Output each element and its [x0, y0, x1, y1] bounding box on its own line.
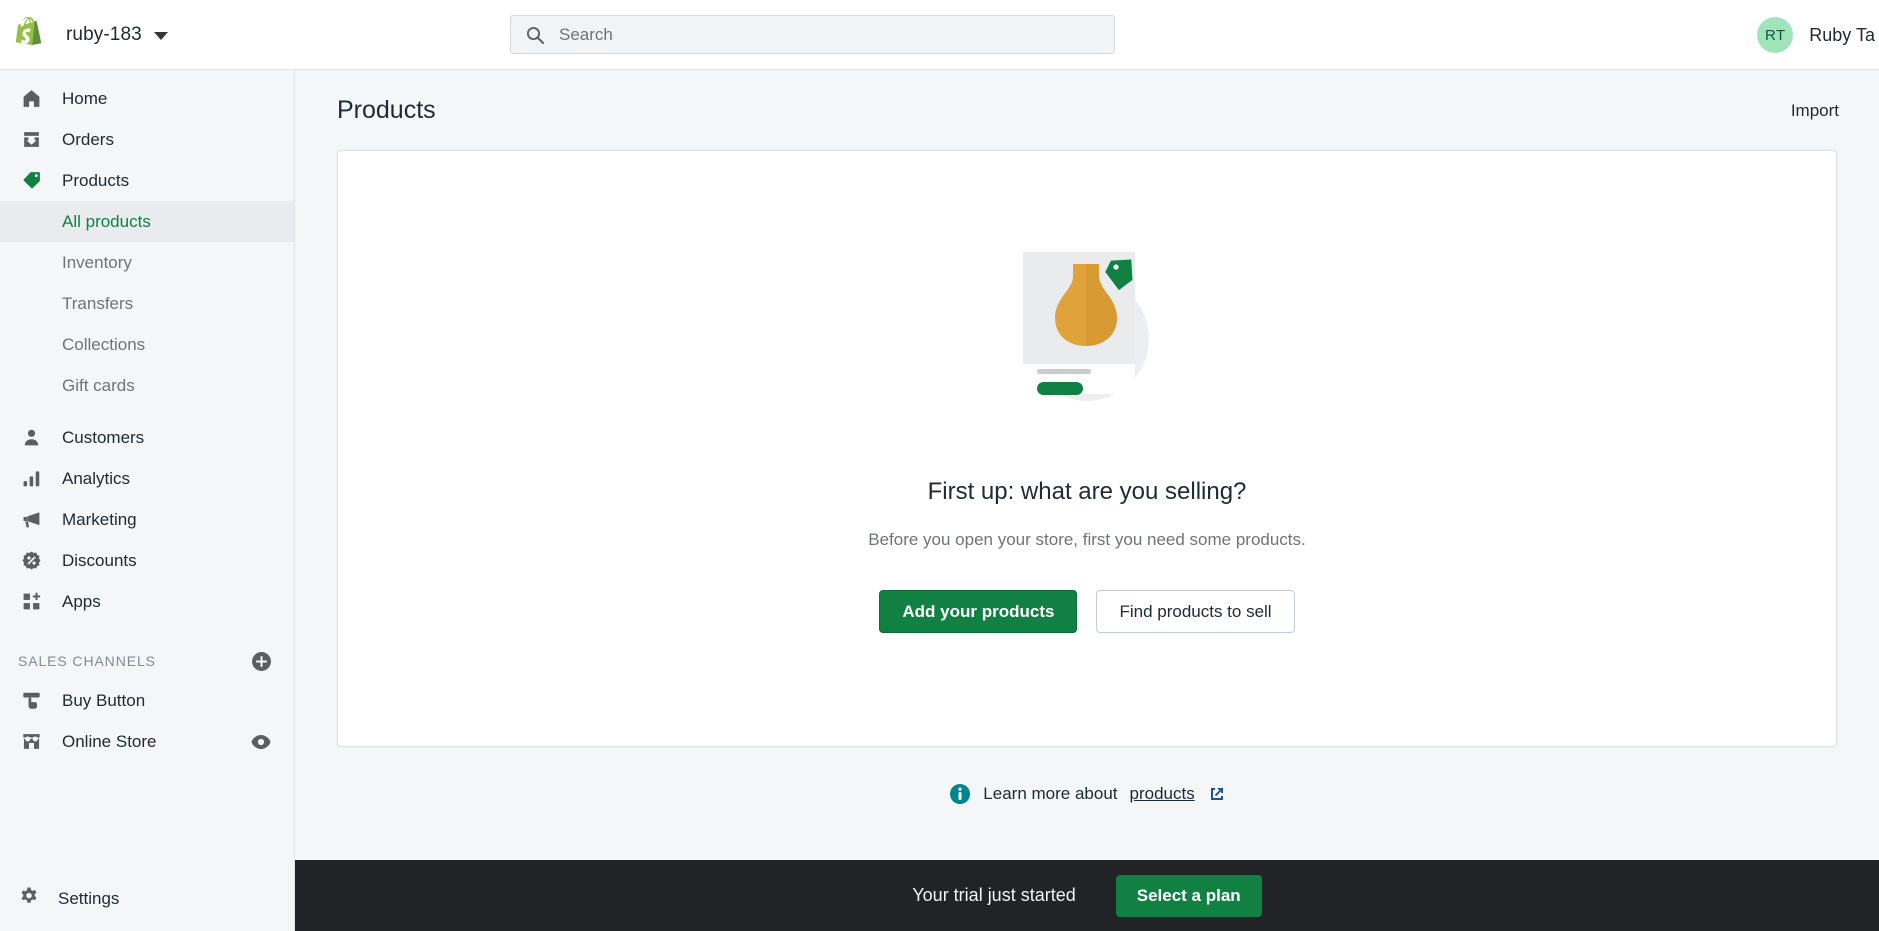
eye-icon[interactable] — [250, 734, 272, 750]
sidebar-item-label: Marketing — [62, 509, 137, 529]
add-your-products-button[interactable]: Add your products — [879, 590, 1078, 633]
sidebar-item-marketing[interactable]: Marketing — [0, 499, 294, 540]
external-link-icon[interactable] — [1209, 786, 1225, 802]
sidebar-subitem-label: Inventory — [62, 252, 132, 272]
sidebar-item-label: Home — [62, 88, 108, 108]
chevron-down-icon[interactable] — [153, 32, 168, 40]
sidebar-item-collections[interactable]: Collections — [0, 324, 294, 365]
sidebar-subitem-label: Gift cards — [62, 375, 135, 395]
sidebar-item-label: Customers — [62, 427, 145, 447]
sidebar-item-apps[interactable]: Apps — [0, 581, 294, 622]
sidebar-item-analytics[interactable]: Analytics — [0, 458, 294, 499]
buy-button-icon — [18, 689, 44, 713]
find-products-to-sell-button[interactable]: Find products to sell — [1096, 590, 1295, 633]
analytics-bars-icon — [18, 467, 44, 491]
sidebar-item-all-products[interactable]: All products — [0, 201, 294, 242]
sales-channels-title: SALES CHANNELS — [18, 653, 156, 669]
top-bar: ruby-183 Search RT Ruby Ta — [0, 0, 1879, 70]
sidebar-item-customers[interactable]: Customers — [0, 417, 294, 458]
apps-grid-plus-icon — [18, 590, 44, 614]
sidebar-item-label: Analytics — [62, 468, 131, 488]
avatar: RT — [1757, 17, 1794, 53]
sidebar-item-label: Buy Button — [62, 690, 146, 710]
user-name: Ruby Ta — [1809, 24, 1875, 45]
orders-inbox-icon — [18, 128, 44, 152]
learn-more-text: Learn more about — [983, 784, 1118, 803]
discount-percent-icon — [18, 549, 44, 573]
circle-plus-icon[interactable] — [251, 651, 272, 672]
home-icon — [18, 87, 44, 111]
trial-banner: Your trial just started Select a plan — [295, 860, 1879, 931]
products-doc-link[interactable]: products — [1130, 784, 1195, 804]
sidebar-item-label: Discounts — [62, 550, 137, 570]
product-tag-icon — [18, 169, 44, 193]
user-menu[interactable]: RT Ruby Ta — [1757, 0, 1879, 70]
sidebar-item-orders[interactable]: Orders — [0, 119, 294, 160]
store-name: ruby-183 — [66, 23, 142, 45]
sidebar-subitem-label: Collections — [62, 334, 146, 354]
sidebar-subitem-label: All products — [62, 211, 151, 231]
learn-more-row: Learn more about products — [295, 783, 1879, 805]
select-a-plan-button[interactable]: Select a plan — [1115, 874, 1262, 917]
empty-state-card: First up: what are you selling? Before y… — [337, 150, 1837, 747]
page-header: Products Import — [295, 70, 1879, 125]
sidebar-divider-gap — [0, 406, 294, 417]
sidebar-item-settings[interactable]: Settings — [0, 877, 295, 921]
sidebar-item-label: Products — [62, 170, 130, 190]
sales-channels-header: SALES CHANNELS — [0, 642, 294, 680]
search-input[interactable]: Search — [510, 15, 1115, 54]
sidebar-item-label: Orders — [62, 129, 114, 149]
empty-state-headline: First up: what are you selling? — [927, 478, 1247, 505]
online-store-row[interactable]: Online Store — [0, 721, 157, 762]
gear-icon — [18, 886, 40, 913]
customer-person-icon — [18, 426, 44, 450]
sidebar: Home Orders Products All products Invent… — [0, 70, 295, 931]
empty-state-subtext: Before you open your store, first you ne… — [868, 530, 1306, 549]
page-title: Products — [337, 96, 436, 124]
trial-message: Your trial just started — [912, 885, 1076, 905]
main-content: Products Import First up: what are you s… — [295, 70, 1879, 860]
sidebar-subitem-label: Transfers — [62, 293, 134, 313]
search-container: Search — [510, 15, 1115, 54]
sidebar-item-inventory[interactable]: Inventory — [0, 242, 294, 283]
sidebar-item-gift-cards[interactable]: Gift cards — [0, 365, 294, 406]
sidebar-item-online-store[interactable]: Online Store — [0, 721, 294, 762]
sidebar-item-label: Apps — [62, 591, 101, 611]
sidebar-item-home[interactable]: Home — [0, 78, 294, 119]
sidebar-item-transfers[interactable]: Transfers — [0, 283, 294, 324]
sidebar-item-label: Online Store — [62, 731, 157, 751]
storefront-icon — [18, 730, 44, 754]
buy-button-row[interactable]: Buy Button — [0, 680, 145, 721]
sidebar-item-discounts[interactable]: Discounts — [0, 540, 294, 581]
info-circle-icon — [949, 783, 971, 805]
sidebar-item-products[interactable]: Products — [0, 160, 294, 201]
store-switcher[interactable]: ruby-183 — [0, 16, 295, 53]
empty-state-actions: Add your products Find products to sell — [879, 590, 1295, 633]
import-button[interactable]: Import — [1791, 101, 1839, 121]
search-icon — [525, 25, 545, 45]
product-card-vase-illustration — [987, 236, 1187, 421]
sidebar-item-buy-button[interactable]: Buy Button — [0, 680, 294, 721]
shopify-bag-icon — [14, 16, 48, 53]
sidebar-item-label: Settings — [58, 889, 120, 908]
search-placeholder: Search — [559, 24, 613, 44]
marketing-megaphone-icon — [18, 508, 44, 532]
